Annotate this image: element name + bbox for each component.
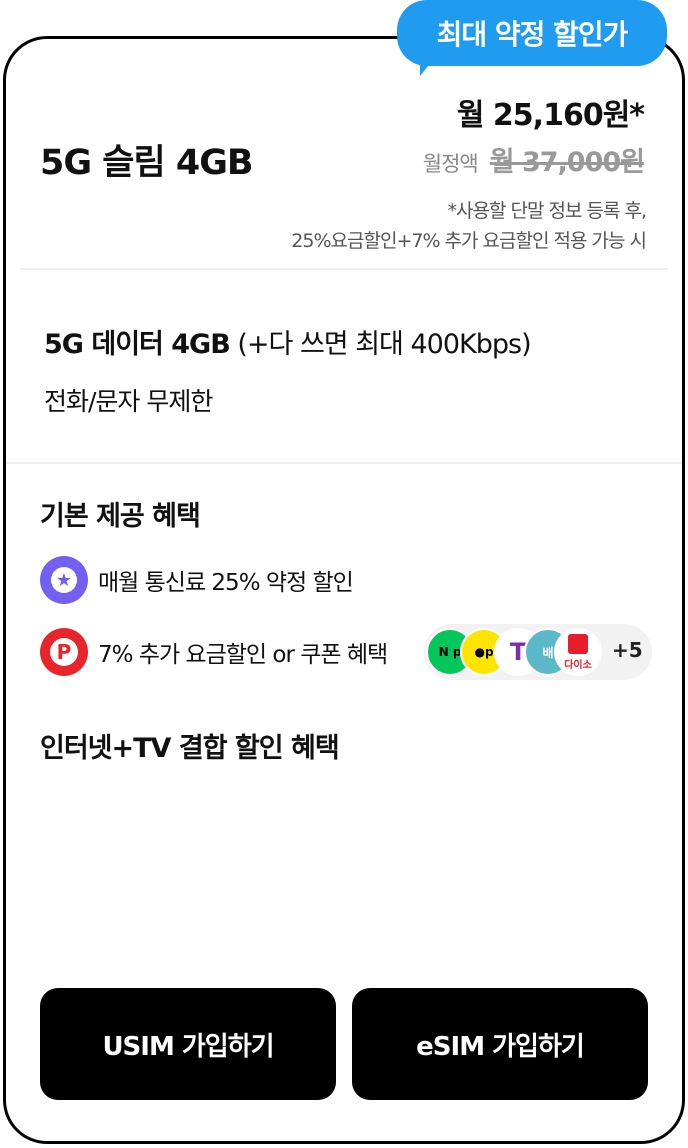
original-price-row: 월정액 월 37,000원 [422,140,645,179]
combo-benefits-title: 인터넷+TV 결합 할인 혜택 [40,733,340,764]
badge-tail [420,56,436,76]
more-partners-count: +5 [612,638,643,662]
discounted-price: 월 25,160원* [456,98,645,133]
benefit-label: 매월 통신료 25% 약정 할인 [98,570,354,596]
benefit-label: 7% 추가 요금할인 or 쿠폰 혜택 [98,642,388,668]
star-icon: ★ [40,556,88,604]
usim-signup-button[interactable]: USIM 가입하기 [40,988,336,1100]
basic-benefits-title: 기본 제공 혜택 [40,501,201,532]
data-allowance-main: 5G 데이터 4GB [44,329,231,360]
esim-signup-button[interactable]: eSIM 가입하기 [352,988,648,1100]
data-allowance-extra: (+다 쓰면 최대 400Kbps) [229,329,531,360]
max-discount-badge: 최대 약정 할인가 [397,0,667,66]
plan-name: 5G 슬림 4GB [40,143,254,183]
daiso-label: 다이소 [564,659,592,671]
benefit-contract-discount: ★ 매월 통신료 25% 약정 할인 [40,556,354,604]
daiso-logo-icon: 다이소 [554,628,602,676]
original-price: 월 37,000원 [489,147,645,178]
divider [20,268,668,270]
original-price-label: 월정액 [422,152,479,176]
data-allowance: 5G 데이터 4GB (+다 쓰면 최대 400Kbps) [44,322,532,361]
partner-logos[interactable]: N p ●p T 배 다이소 +5 [424,624,652,680]
footnote-line-2: 25%요금할인+7% 추가 요금할인 적용 가능 시 [291,230,647,252]
p-point-icon: P [40,628,88,676]
call-sms-allowance: 전화/문자 무제한 [44,387,213,416]
divider [6,462,682,464]
benefit-extra-discount: P 7% 추가 요금할인 or 쿠폰 혜택 [40,628,388,676]
footnote-line-1: *사용할 단말 정보 등록 후, [447,200,647,222]
price-footnote: *사용할 단말 정보 등록 후, 25%요금할인+7% 추가 요금할인 적용 가… [291,196,647,256]
